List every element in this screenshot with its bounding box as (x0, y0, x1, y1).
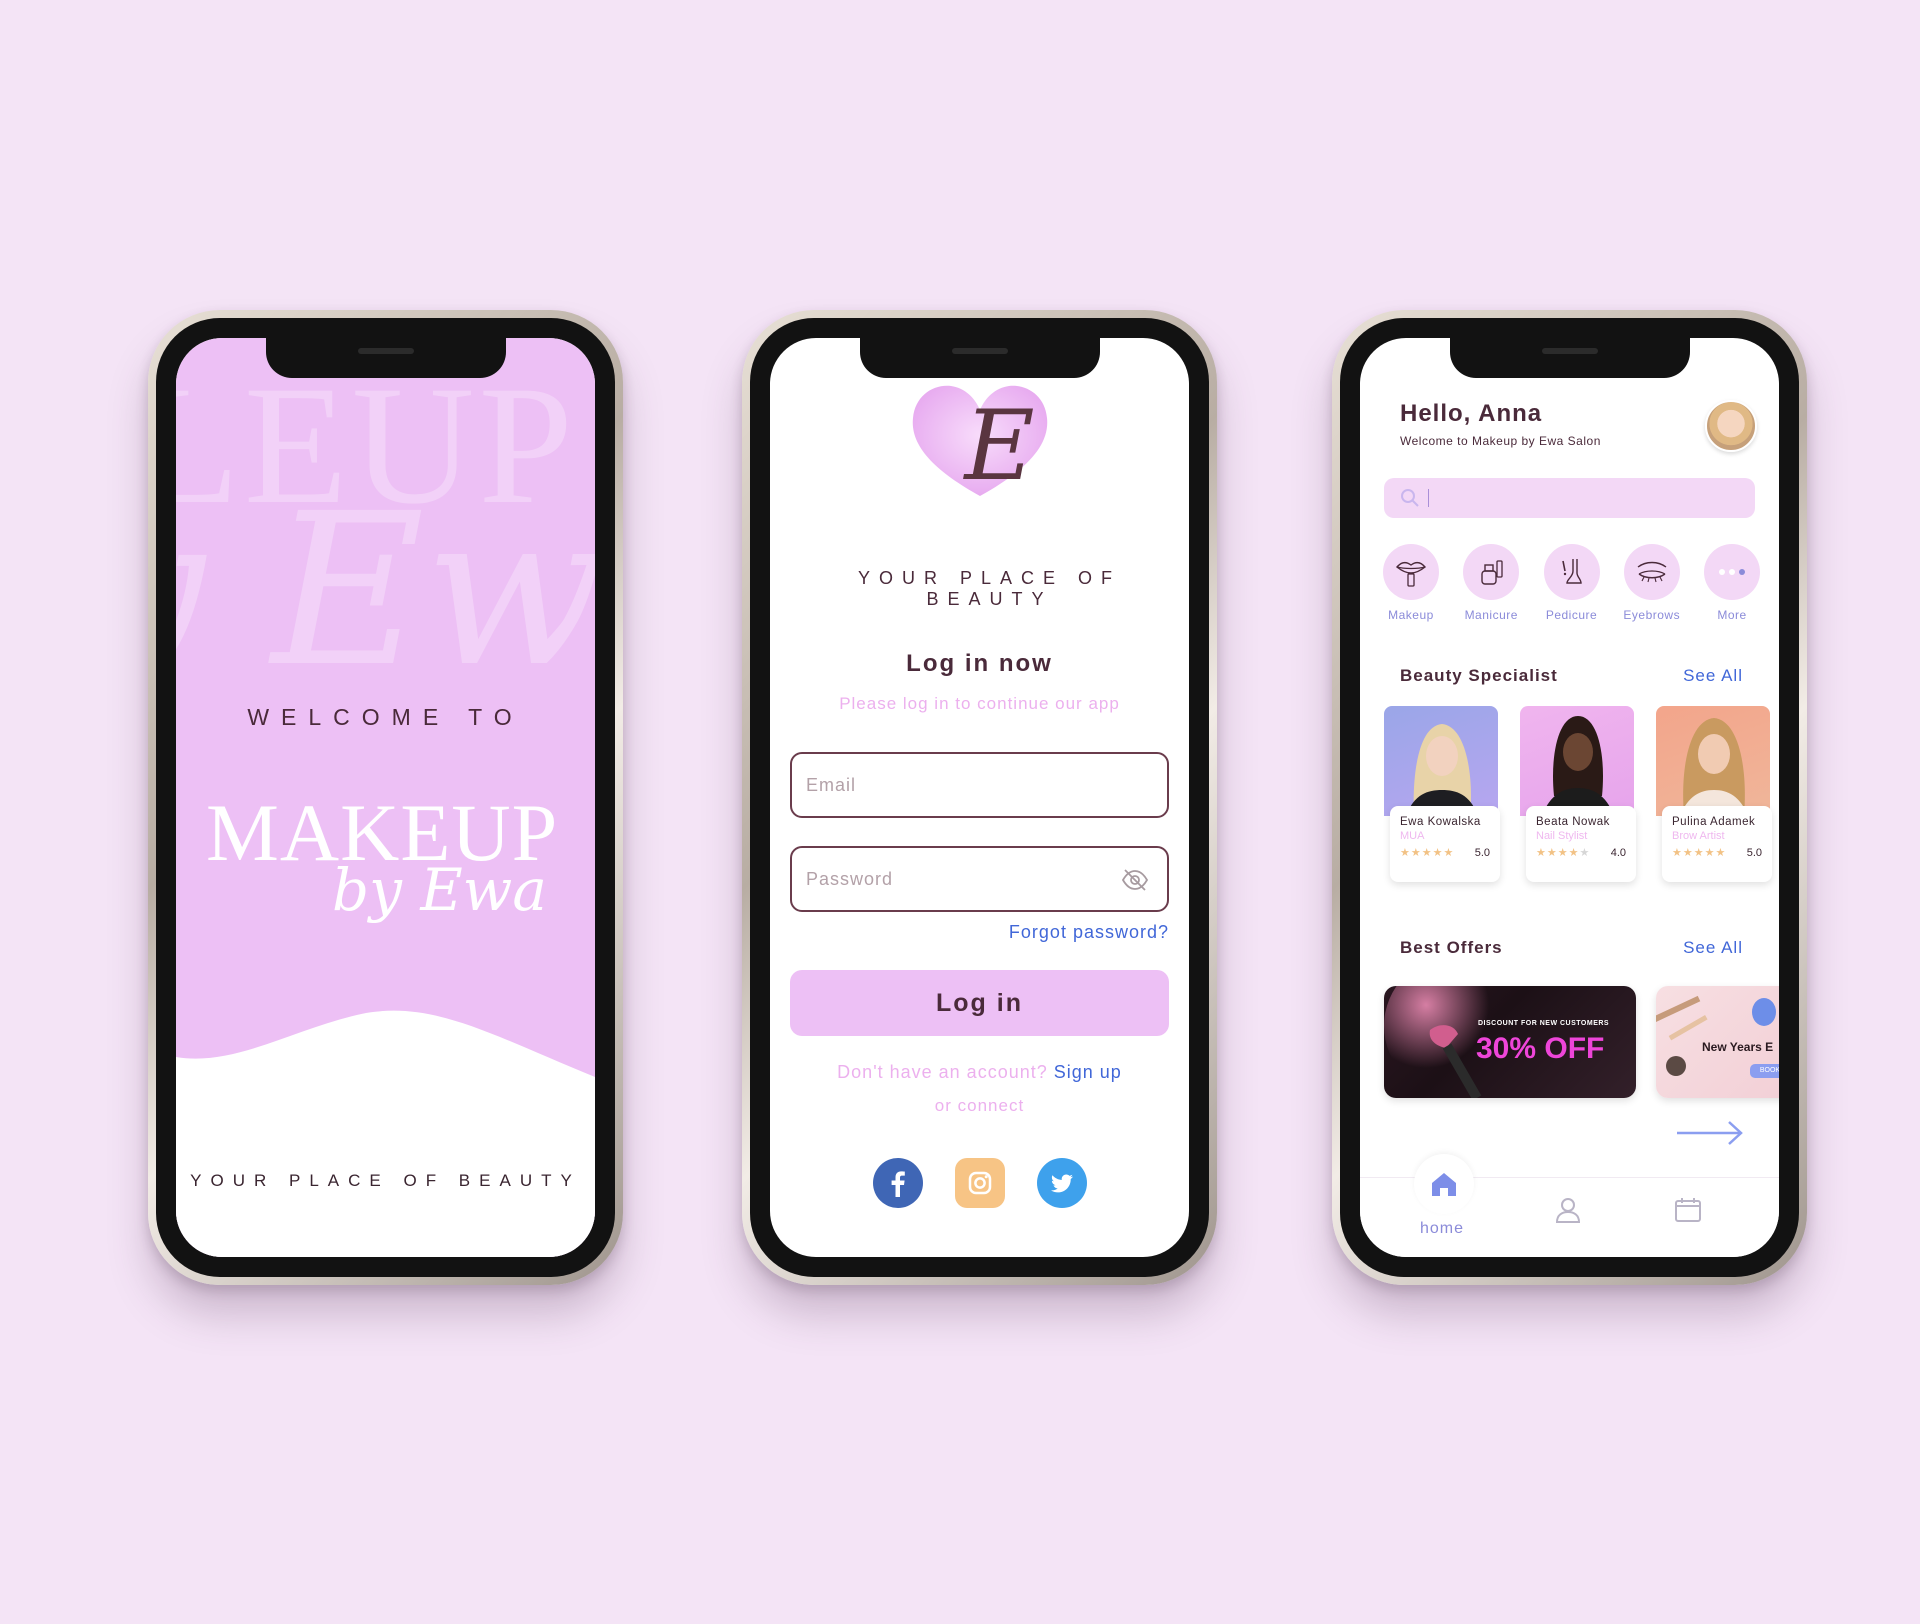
category-label: Manicure (1464, 608, 1518, 622)
offer-headline: 30% OFF (1476, 1032, 1605, 1065)
email-input[interactable] (792, 754, 1167, 816)
rating-value: 5.0 (1746, 846, 1762, 859)
specialist-role: Nail Stylist (1536, 830, 1588, 842)
password-field[interactable] (790, 846, 1169, 912)
email-field[interactable] (790, 752, 1169, 818)
rating-stars: ★★★★★ (1536, 847, 1591, 859)
logo-letter: E (964, 390, 1035, 502)
login-tagline: YOUR PLACE OF BEAUTY (857, 568, 1122, 609)
specialist-name: Ewa Kowalska (1400, 816, 1481, 828)
social-login-row (770, 1158, 1189, 1208)
category-more[interactable]: More (1695, 544, 1769, 622)
login-screen: E YOUR PLACE OF BEAUTY Log in now Please… (770, 338, 1189, 1257)
foot-icon (1561, 559, 1582, 584)
see-all-offers-link[interactable]: See All (1683, 938, 1743, 958)
home-screen: Hello, Anna Welcome to Makeup by Ewa Sal… (1360, 338, 1779, 1257)
category-eyebrows[interactable]: Eyebrows (1615, 544, 1689, 622)
specialist-info: Pulina Adamek Brow Artist ★★★★★ 5.0 (1662, 806, 1772, 882)
instagram-icon[interactable] (954, 1158, 1005, 1208)
phone-notch (1449, 338, 1690, 378)
search-icon (1401, 489, 1419, 507)
specialist-card[interactable]: Ewa Kowalska MUA ★★★★★ 5.0 (1384, 706, 1500, 882)
background-watermark-script: y Ewa (176, 468, 595, 713)
sign-up-link[interactable]: Sign up (1054, 1062, 1122, 1082)
specialist-name: Beata Nowak (1536, 816, 1610, 828)
category-manicure[interactable]: Manicure (1454, 544, 1528, 622)
offer-headline: New Years E (1702, 1040, 1774, 1054)
specialists-list: Ewa Kowalska MUA ★★★★★ 5.0 Beata Nowak N… (1384, 706, 1779, 886)
login-button[interactable]: Log in (790, 970, 1169, 1036)
user-avatar[interactable] (1705, 400, 1757, 452)
forgot-password-link[interactable]: Forgot password? (1009, 922, 1169, 943)
category-label: Makeup (1388, 608, 1434, 622)
specialist-photo (1520, 706, 1634, 816)
specialist-photo (1656, 706, 1770, 816)
tab-profile[interactable] (1548, 1190, 1588, 1230)
password-input[interactable] (792, 848, 1167, 910)
or-connect-text: or connect (934, 1096, 1025, 1115)
offer-book-button[interactable]: BOOK (1750, 1064, 1779, 1078)
bottom-tab-bar: home (1360, 1154, 1779, 1257)
specialist-role: MUA (1400, 830, 1425, 842)
specialist-card[interactable]: Beata Nowak Nail Stylist ★★★★★ 4.0 (1520, 706, 1636, 882)
tab-home[interactable]: home (1360, 1154, 1500, 1257)
search-input[interactable] (1437, 490, 1755, 506)
phone-login: E YOUR PLACE OF BEAUTY Log in now Please… (742, 310, 1217, 1285)
tab-calendar[interactable] (1668, 1190, 1708, 1230)
wave-divider (176, 1010, 595, 1257)
rating-stars: ★★★★★ (1672, 847, 1727, 859)
greeting-subtitle: Welcome to Makeup by Ewa Salon (1400, 434, 1601, 448)
facebook-icon[interactable] (872, 1158, 923, 1208)
specialist-photo (1384, 706, 1498, 816)
search-cursor (1428, 489, 1429, 507)
specialists-heading: Beauty Specialist (1400, 666, 1558, 685)
eye-lashes-icon (1637, 561, 1667, 583)
specialist-role: Brow Artist (1672, 830, 1725, 842)
phone-home: Hello, Anna Welcome to Makeup by Ewa Sal… (1332, 310, 1807, 1285)
lips-icon (1396, 561, 1426, 587)
calendar-icon (1675, 1198, 1701, 1222)
signup-prompt: Don't have an account? Sign up (770, 1062, 1189, 1083)
home-tab-bubble (1414, 1154, 1474, 1214)
login-title: Log in now (906, 650, 1053, 677)
offer-card-discount[interactable]: DISCOUNT FOR NEW CUSTOMERS 30% OFF (1384, 986, 1636, 1098)
eye-off-icon[interactable] (1121, 868, 1149, 892)
rating-value: 5.0 (1474, 846, 1490, 859)
specialist-name: Pulina Adamek (1672, 816, 1756, 828)
search-bar[interactable] (1384, 478, 1755, 518)
offer-kicker: DISCOUNT FOR NEW CUSTOMERS (1478, 1020, 1610, 1027)
arrow-right-icon[interactable] (1675, 1118, 1745, 1148)
nail-polish-icon (1481, 560, 1503, 585)
no-account-text: Don't have an account? (837, 1062, 1048, 1082)
greeting-title: Hello, Anna (1400, 400, 1543, 427)
specialist-info: Ewa Kowalska MUA ★★★★★ 5.0 (1390, 806, 1500, 882)
rating-stars: ★★★★★ (1400, 847, 1455, 859)
category-row: Makeup Manicure Pedicure Eyebrows More (1374, 544, 1769, 622)
category-makeup[interactable]: Makeup (1374, 544, 1448, 622)
welcome-heading: WELCOME TO (247, 704, 524, 730)
brand-logo-script: by Ewa (332, 856, 547, 924)
offers-heading: Best Offers (1400, 938, 1503, 957)
splash-screen: LEUP y Ewa WELCOME TO MAKEUP by Ewa YOUR… (176, 338, 595, 1257)
splash-tagline: YOUR PLACE OF BEAUTY (190, 1171, 581, 1190)
specialist-info: Beata Nowak Nail Stylist ★★★★★ 4.0 (1526, 806, 1636, 882)
login-subtitle: Please log in to continue our app (839, 694, 1120, 713)
user-icon (1555, 1198, 1581, 1223)
rating-value: 4.0 (1610, 846, 1626, 859)
twitter-icon[interactable] (1036, 1158, 1087, 1208)
phone-splash: LEUP y Ewa WELCOME TO MAKEUP by Ewa YOUR… (148, 310, 623, 1285)
phone-notch (859, 338, 1100, 378)
category-label: Pedicure (1545, 608, 1598, 622)
offer-card-new-years[interactable]: New Years E BOOK (1656, 986, 1779, 1098)
category-label: Eyebrows (1623, 608, 1681, 622)
specialist-card[interactable]: Pulina Adamek Brow Artist ★★★★★ 5.0 (1656, 706, 1772, 882)
see-all-specialists-link[interactable]: See All (1683, 666, 1743, 686)
category-label: More (1717, 608, 1747, 622)
brand-logo: E (905, 376, 1055, 506)
tab-home-label: home (1420, 1220, 1465, 1237)
phone-notch (265, 338, 506, 378)
home-icon (1432, 1173, 1456, 1196)
more-dots-icon (1719, 569, 1745, 575)
category-pedicure[interactable]: Pedicure (1535, 544, 1609, 622)
